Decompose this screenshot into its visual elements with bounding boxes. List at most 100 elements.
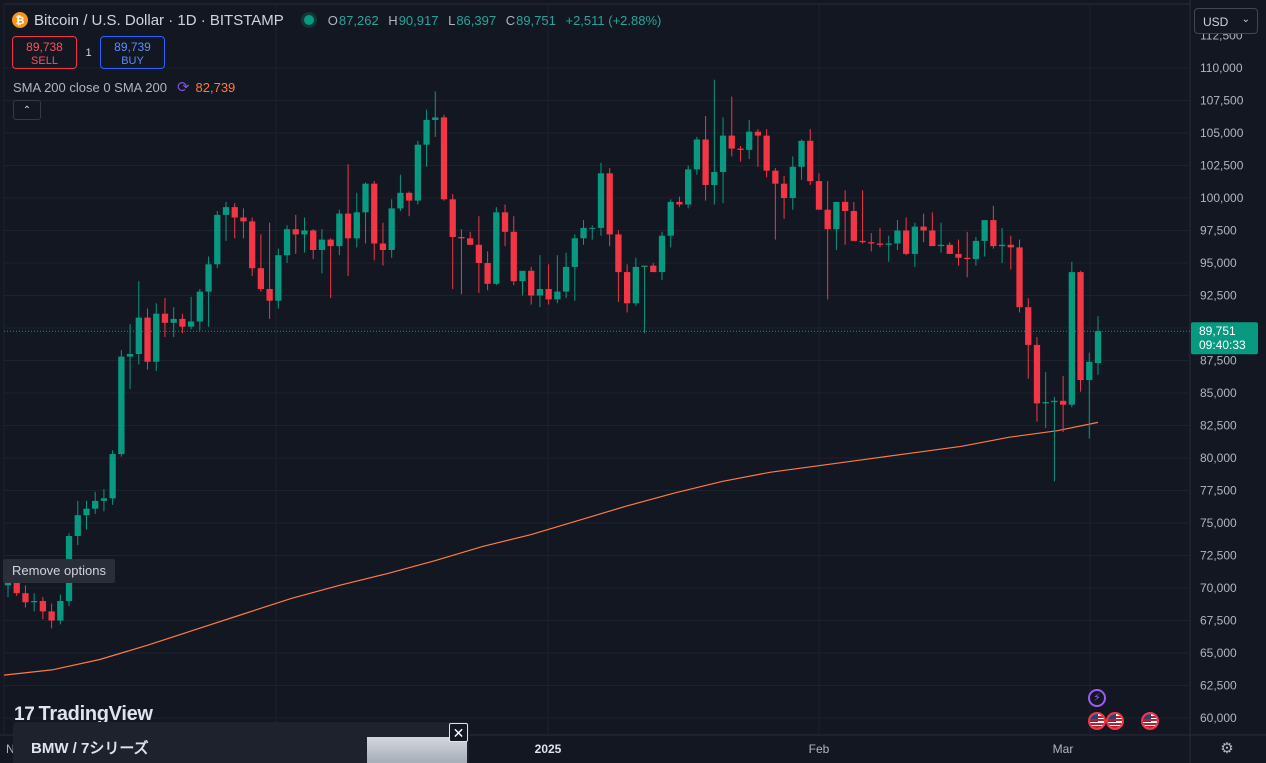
sma-label[interactable]: SMA 200 close 0 SMA 200 (13, 80, 167, 95)
candle-body (126, 354, 134, 357)
price-axis-label: 107,500 (1200, 94, 1244, 108)
chart-grid (0, 0, 1266, 763)
candle-body (161, 313, 169, 323)
candle-body (501, 212, 509, 232)
currency-select[interactable]: USD ⌄ (1194, 8, 1258, 34)
price-axis: 112,500110,000107,500105,000102,500100,0… (1200, 29, 1244, 726)
candle-body (100, 498, 108, 501)
candle-body (667, 201, 674, 236)
candle-body (327, 239, 334, 247)
candle-body (214, 214, 221, 265)
candle-body (388, 208, 395, 250)
candle-body (13, 581, 20, 594)
buy-button[interactable]: 89,739 BUY (100, 36, 165, 69)
candle-body (484, 263, 491, 284)
collapse-legend-button[interactable]: ⌃ (13, 100, 41, 120)
candle-body (275, 255, 282, 301)
candle-body (850, 211, 857, 241)
candle-body (807, 140, 814, 182)
candle-body (362, 183, 369, 213)
gear-icon[interactable]: ⚙ (1218, 740, 1236, 758)
candle-body (728, 135, 735, 149)
candle-body (606, 173, 613, 235)
sell-button[interactable]: 89,738 SELL (12, 36, 77, 69)
candle-body (1042, 402, 1049, 404)
candle-body (536, 289, 544, 296)
candle-body (379, 243, 387, 250)
price-axis-label: 65,000 (1200, 646, 1237, 660)
open-label: O (327, 12, 338, 28)
price-axis-label: 110,000 (1200, 61, 1243, 75)
candle-body (615, 234, 622, 273)
candle-body (266, 289, 273, 301)
spread-value: 1 (85, 46, 92, 59)
close-icon[interactable]: ✕ (449, 723, 468, 742)
price-axis-label: 67,500 (1200, 614, 1237, 628)
candle-body (632, 266, 639, 304)
price-axis-label: 82,500 (1200, 419, 1237, 433)
us-flag-icon[interactable] (1088, 712, 1106, 730)
high-label: H (388, 12, 398, 28)
candle-body (292, 229, 299, 235)
candle-body (144, 317, 151, 362)
candle-body (83, 508, 90, 516)
candle-body (1077, 272, 1084, 380)
price-axis-label: 75,000 (1200, 516, 1237, 530)
candle-body (187, 321, 195, 327)
time-axis-label: Mar (1053, 742, 1074, 756)
candle-body (763, 135, 770, 171)
low-value: 86,397 (456, 12, 497, 28)
time-axis-label: 2025 (535, 742, 562, 756)
candle-body (1033, 344, 1041, 404)
sma-value: 82,739 (195, 79, 236, 95)
plot-frame (3, 3, 1191, 736)
candle-body (397, 192, 404, 209)
candle-body (179, 318, 186, 327)
lightning-icon[interactable]: ⚡ (1088, 689, 1106, 707)
candle-body (118, 356, 125, 455)
price-axis-label: 85,000 (1200, 386, 1237, 400)
candle-body (240, 217, 247, 222)
candle-body (702, 139, 709, 185)
us-flag-icon[interactable] (1106, 712, 1124, 730)
candle-body (990, 220, 997, 247)
close-label: C (505, 12, 516, 28)
candle-body (510, 231, 517, 282)
candle-body (562, 266, 570, 292)
candle-body (894, 230, 901, 244)
ad-title[interactable]: BMW / 7シリーズ (31, 737, 149, 758)
ad-banner[interactable]: BMW / 7シリーズ ✕ (13, 722, 469, 763)
us-flag-icon[interactable] (1141, 712, 1159, 730)
candle-body (911, 226, 919, 254)
candle-body (571, 238, 578, 267)
candle-body (283, 229, 291, 256)
candle-body (467, 238, 474, 245)
candle-body (528, 270, 535, 296)
candle-body (815, 181, 823, 210)
candle-body (885, 243, 892, 245)
sma-legend[interactable]: SMA 200 close 0 SMA 200 ⟳ 82,739 (13, 78, 235, 96)
candle-body (257, 268, 265, 289)
candle-body (249, 221, 256, 269)
candle-body (981, 220, 988, 241)
candle-body (39, 601, 47, 612)
symbol-title[interactable]: Bitcoin / U.S. Dollar · 1D · BITSTAMP (34, 12, 284, 29)
time-axis-label: Feb (809, 742, 830, 756)
candle-body (903, 230, 910, 254)
candle-body (405, 192, 413, 201)
trade-buttons: 89,738 SELL 1 89,739 BUY (12, 36, 165, 69)
price-axis-label: 80,000 (1200, 451, 1237, 465)
candle-body (772, 170, 779, 184)
market-status-icon[interactable] (303, 15, 314, 25)
candles-layer (4, 79, 1102, 629)
candle-body (519, 270, 526, 282)
price-chart[interactable]: 112,500110,000107,500105,000102,500100,0… (0, 0, 1266, 763)
candle-body (859, 240, 866, 243)
candle-body (423, 120, 430, 145)
candle-body (580, 227, 587, 239)
candle-body (432, 117, 439, 120)
candle-body (623, 272, 631, 304)
candle-body (711, 172, 718, 185)
candle-body (109, 454, 116, 499)
candle-body (301, 230, 308, 235)
